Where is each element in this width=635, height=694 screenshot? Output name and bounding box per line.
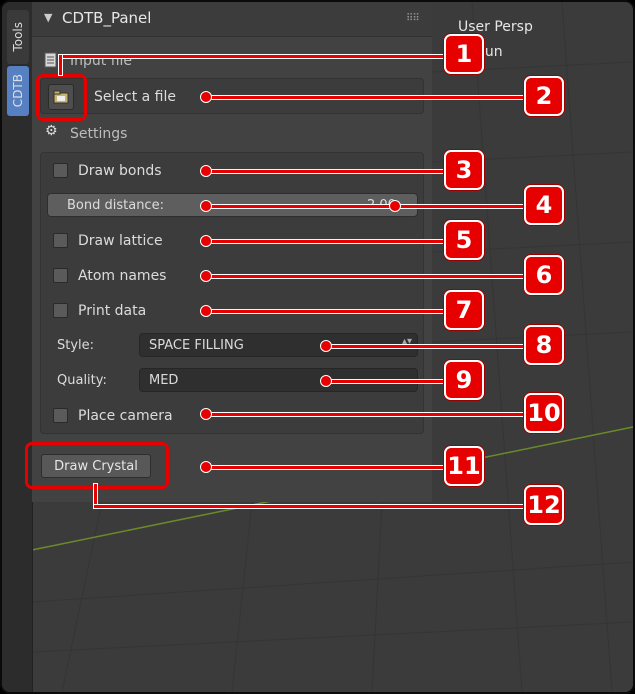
tool-tabs: Tools CDTB (2, 2, 33, 692)
marker-dot-4b (389, 200, 401, 212)
leader-line-4 (205, 204, 527, 209)
file-icon (44, 52, 57, 68)
style-label: Style: (57, 338, 95, 353)
callout-1: 1 (444, 34, 484, 74)
leader-line-3 (205, 169, 447, 174)
marker-dot-7 (200, 305, 212, 317)
callout-2: 2 (524, 76, 564, 116)
callout-4: 4 (524, 185, 564, 225)
drag-grip-icon[interactable]: ⠿⠿ (406, 13, 420, 24)
callout-6: 6 (524, 255, 564, 295)
callout-8: 8 (524, 325, 564, 365)
leader-line-11 (205, 465, 447, 470)
callout-12: 12 (524, 485, 564, 525)
place-camera-checkbox[interactable] (53, 408, 68, 423)
bond-distance-label: Bond distance: (67, 198, 164, 213)
screenshot-frame: User Persp Sun Tools CDTB ▼ CDTB_Panel ⠿… (0, 0, 635, 694)
marker-dot-6 (200, 270, 212, 282)
marker-dot-5 (200, 235, 212, 247)
leader-line-12 (93, 504, 527, 509)
place-camera-label[interactable]: Place camera (78, 408, 173, 424)
marker-dot-11 (200, 461, 212, 473)
tab-cdtb[interactable]: CDTB (7, 66, 29, 116)
leader-line-2 (205, 95, 527, 100)
tab-cdtb-label: CDTB (11, 74, 25, 108)
marker-dot-8 (320, 340, 332, 352)
atom-names-checkbox[interactable] (53, 268, 68, 283)
tab-tools-label: Tools (11, 22, 25, 52)
select-file-label[interactable]: Select a file (94, 89, 176, 105)
draw-bonds-label[interactable]: Draw bonds (78, 163, 162, 179)
draw-lattice-checkbox[interactable] (53, 233, 68, 248)
settings-label: Settings (70, 126, 128, 142)
view-label: User Persp (458, 19, 533, 35)
callout-3: 3 (444, 150, 484, 190)
panel-title: CDTB_Panel (62, 9, 152, 27)
callout-9: 9 (444, 360, 484, 400)
leader-line-5 (205, 239, 447, 244)
draw-lattice-label[interactable]: Draw lattice (78, 233, 163, 249)
draw-bonds-checkbox[interactable] (53, 163, 68, 178)
print-data-label[interactable]: Print data (78, 303, 146, 319)
highlight-draw-crystal (25, 442, 169, 489)
quality-value: MED (149, 373, 179, 388)
tab-tools[interactable]: Tools (7, 10, 29, 64)
gear-icon: ⚙ (45, 123, 58, 139)
marker-dot-4a (200, 200, 212, 212)
callout-11: 11 (444, 446, 484, 486)
marker-dot-2 (200, 91, 212, 103)
leader-line-1-drop (58, 54, 63, 76)
leader-line-7 (205, 309, 447, 314)
callout-7: 7 (444, 290, 484, 330)
style-value: SPACE FILLING (149, 338, 244, 353)
marker-dot-3 (200, 165, 212, 177)
callout-10: 10 (524, 393, 564, 433)
atom-names-label[interactable]: Atom names (78, 268, 166, 284)
collapse-arrow-icon[interactable]: ▼ (44, 11, 52, 24)
marker-dot-10 (200, 408, 212, 420)
print-data-checkbox[interactable] (53, 303, 68, 318)
leader-line-9 (325, 379, 447, 384)
leader-line-1 (58, 54, 447, 59)
leader-line-10 (205, 412, 527, 417)
marker-dot-9 (320, 375, 332, 387)
callout-5: 5 (444, 220, 484, 260)
highlight-open-file (36, 74, 87, 121)
leader-line-6 (205, 274, 527, 279)
quality-label: Quality: (57, 373, 107, 388)
leader-line-8 (325, 344, 527, 349)
panel-header[interactable]: ▼ CDTB_Panel ⠿⠿ (32, 2, 432, 37)
